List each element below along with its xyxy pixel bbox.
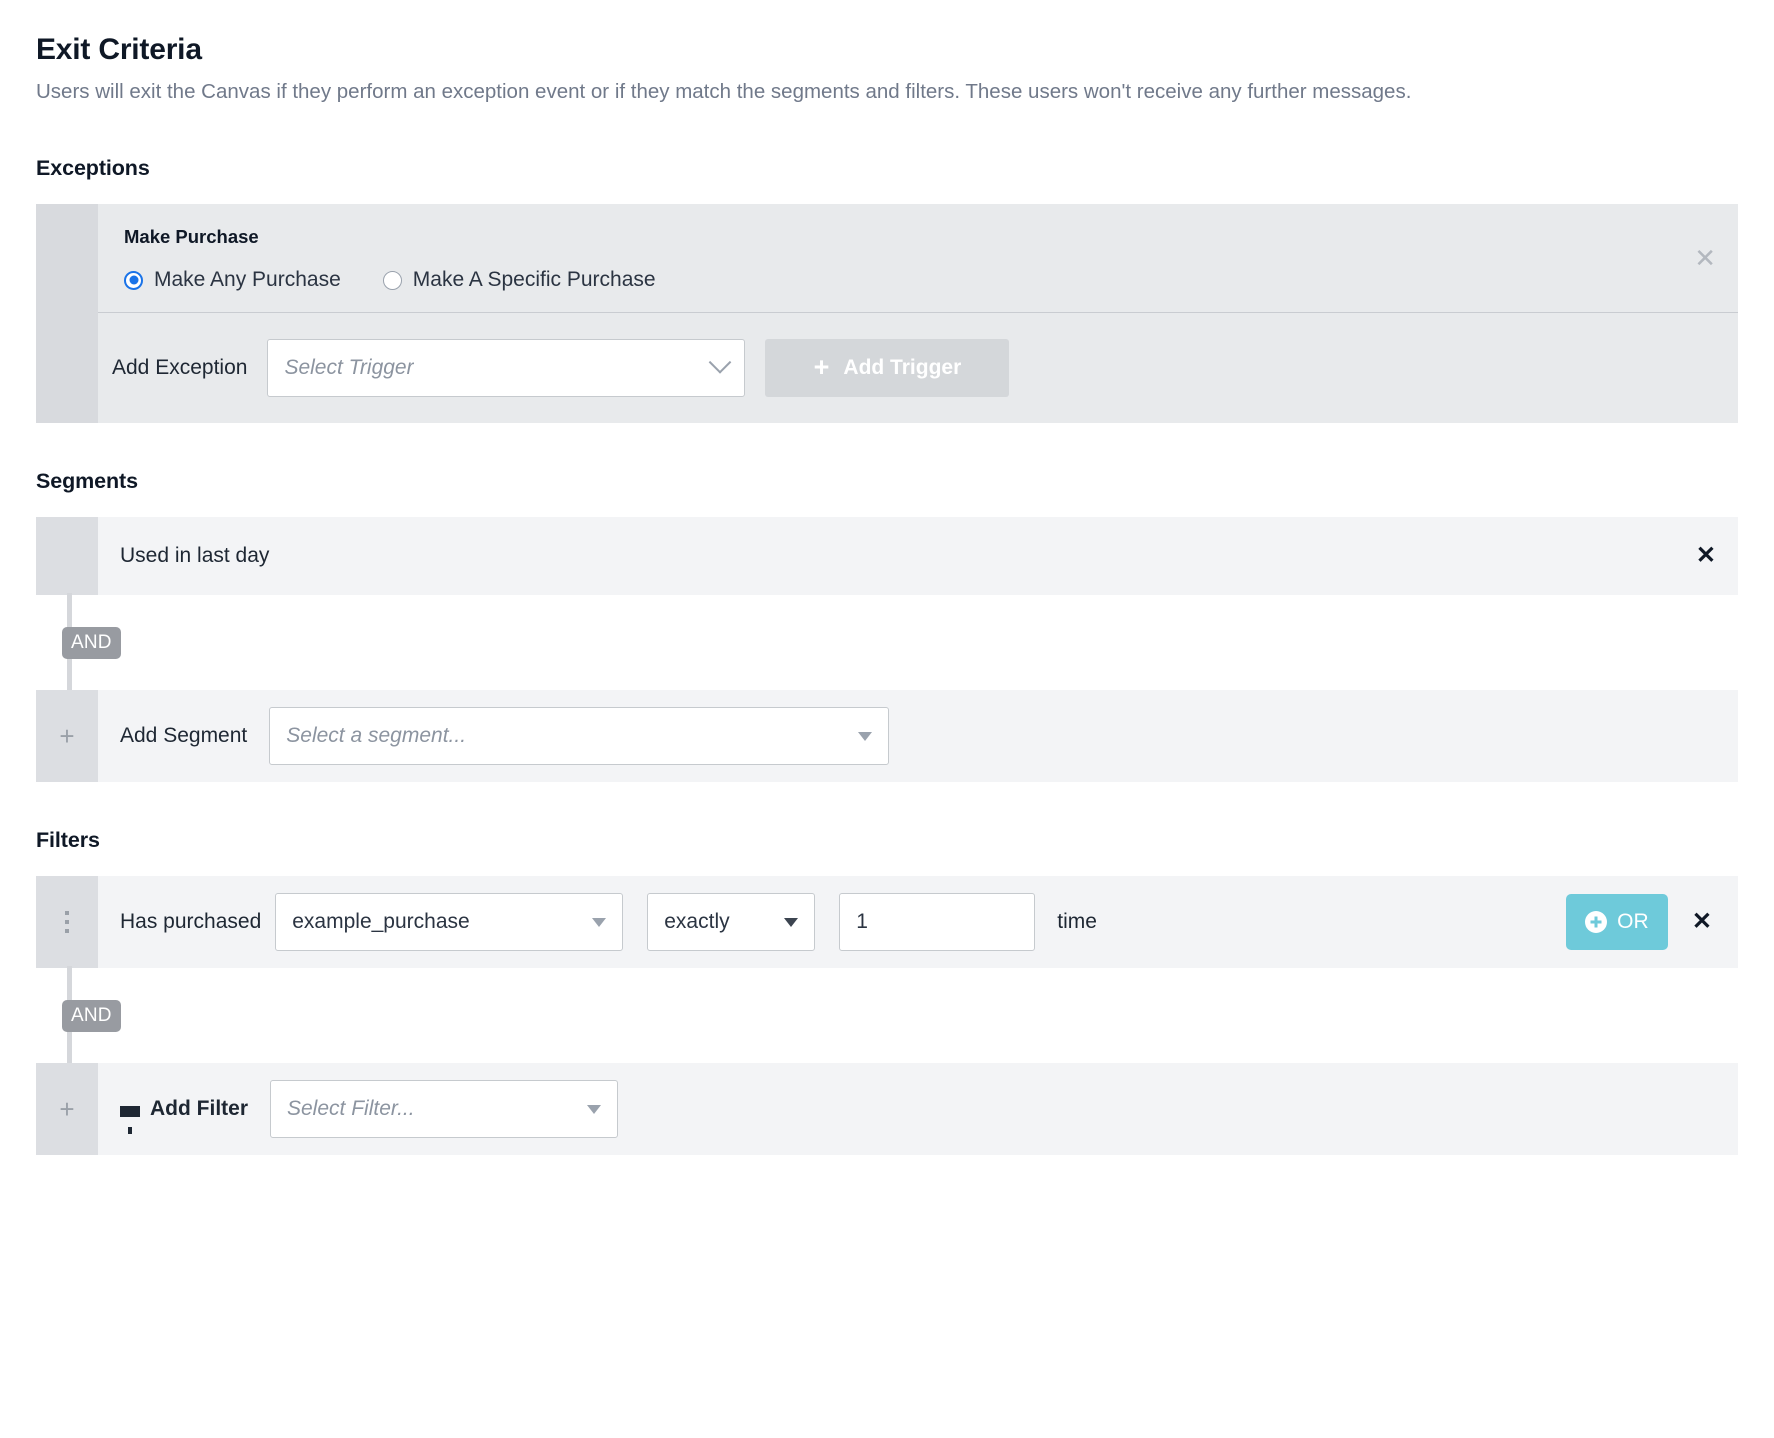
radio-selected-icon	[124, 270, 143, 290]
radio-make-any-purchase-label: Make Any Purchase	[154, 268, 341, 291]
select-segment-placeholder: Select a segment...	[286, 724, 467, 747]
and-badge: AND	[62, 999, 121, 1032]
exception-card: Make Purchase Make Any Purchase Make A S…	[36, 204, 1738, 423]
and-badge: AND	[62, 626, 121, 659]
add-or-condition-button[interactable]: OR	[1565, 894, 1668, 950]
filter-unit-label: time	[1057, 910, 1097, 933]
plus-icon: +	[59, 1094, 75, 1124]
select-trigger-dropdown[interactable]: Select Trigger	[267, 339, 746, 397]
add-filter-gutter[interactable]: +	[36, 1063, 98, 1155]
add-exception-section: Add Exception Select Trigger + Add Trigg…	[98, 313, 1738, 423]
filter-row-gutter[interactable]	[36, 876, 98, 968]
page-description: Users will exit the Canvas if they perfo…	[36, 80, 1412, 103]
exceptions-heading: Exceptions	[36, 156, 150, 180]
segment-row-content: Used in last day ✕	[98, 517, 1738, 595]
drag-handle-icon	[65, 911, 69, 933]
add-trigger-button-label: Add Trigger	[843, 356, 962, 379]
select-filter-placeholder: Select Filter...	[287, 1097, 415, 1120]
chevron-down-icon	[709, 351, 732, 374]
add-segment-label: Add Segment	[120, 724, 248, 747]
exception-config-section: Make Purchase Make Any Purchase Make A S…	[98, 204, 1738, 313]
select-trigger-placeholder: Select Trigger	[284, 356, 414, 379]
remove-filter-icon[interactable]: ✕	[1692, 910, 1712, 934]
filter-comparator-value: exactly	[664, 910, 730, 933]
remove-exception-icon[interactable]: ✕	[1694, 245, 1716, 271]
chevron-down-icon	[858, 731, 873, 741]
remove-segment-icon[interactable]: ✕	[1696, 544, 1716, 568]
filter-event-value: example_purchase	[292, 910, 470, 933]
radio-make-specific-purchase[interactable]: Make A Specific Purchase	[382, 268, 656, 292]
chevron-down-icon	[592, 917, 607, 927]
add-segment-row: + Add Segment Select a segment...	[36, 690, 1738, 782]
or-button-label: OR	[1617, 910, 1649, 933]
add-filter-content: Add Filter Select Filter...	[98, 1063, 1738, 1155]
plus-icon: +	[59, 721, 75, 751]
plus-icon: +	[813, 351, 830, 382]
chevron-down-icon	[587, 1104, 601, 1114]
filter-row-content: Has purchased example_purchase exactly t…	[98, 876, 1738, 968]
add-segment-gutter[interactable]: +	[36, 690, 98, 782]
select-segment-dropdown[interactable]: Select a segment...	[269, 707, 890, 765]
chevron-down-icon	[784, 917, 799, 927]
radio-unselected-icon	[382, 270, 402, 290]
segments-group: Used in last day ✕ AND + Add Segment Sel…	[36, 517, 1738, 782]
filter-event-dropdown[interactable]: example_purchase	[275, 893, 624, 951]
filters-heading: Filters	[36, 828, 100, 852]
add-filter-row: + Add Filter Select Filter...	[36, 1063, 1738, 1155]
segments-heading: Segments	[36, 469, 138, 493]
filter-count-input[interactable]	[839, 893, 1036, 951]
add-trigger-button[interactable]: + Add Trigger	[765, 339, 1010, 397]
segment-row-gutter	[36, 517, 98, 595]
filter-label: Has purchased	[120, 910, 262, 933]
segment-name: Used in last day	[120, 544, 270, 567]
filters-group: Has purchased example_purchase exactly t…	[36, 876, 1738, 1155]
funnel-icon	[120, 1105, 140, 1134]
purchase-type-radio-group: Make Any Purchase Make A Specific Purcha…	[124, 268, 1712, 292]
add-exception-label: Add Exception	[112, 356, 248, 379]
segment-row: Used in last day ✕	[36, 517, 1738, 595]
filter-row: Has purchased example_purchase exactly t…	[36, 876, 1738, 968]
select-filter-dropdown[interactable]: Select Filter...	[270, 1080, 618, 1138]
radio-make-any-purchase[interactable]: Make Any Purchase	[124, 268, 341, 292]
radio-make-specific-purchase-label: Make A Specific Purchase	[412, 268, 656, 291]
filter-comparator-dropdown[interactable]: exactly	[647, 893, 816, 951]
circle-plus-icon	[1585, 911, 1608, 933]
filters-and-connector: AND	[62, 966, 122, 1065]
page-title: Exit Criteria	[36, 33, 202, 66]
add-filter-label-group: Add Filter	[120, 1097, 248, 1134]
exception-card-gutter	[36, 204, 98, 423]
exception-name: Make Purchase	[124, 226, 259, 247]
segments-and-connector: AND	[62, 593, 122, 692]
add-filter-label: Add Filter	[150, 1097, 248, 1120]
exception-card-body: Make Purchase Make Any Purchase Make A S…	[98, 204, 1738, 423]
add-segment-content: Add Segment Select a segment...	[98, 690, 1738, 782]
exit-criteria-page: Exit Criteria Users will exit the Canvas…	[0, 0, 1774, 1438]
